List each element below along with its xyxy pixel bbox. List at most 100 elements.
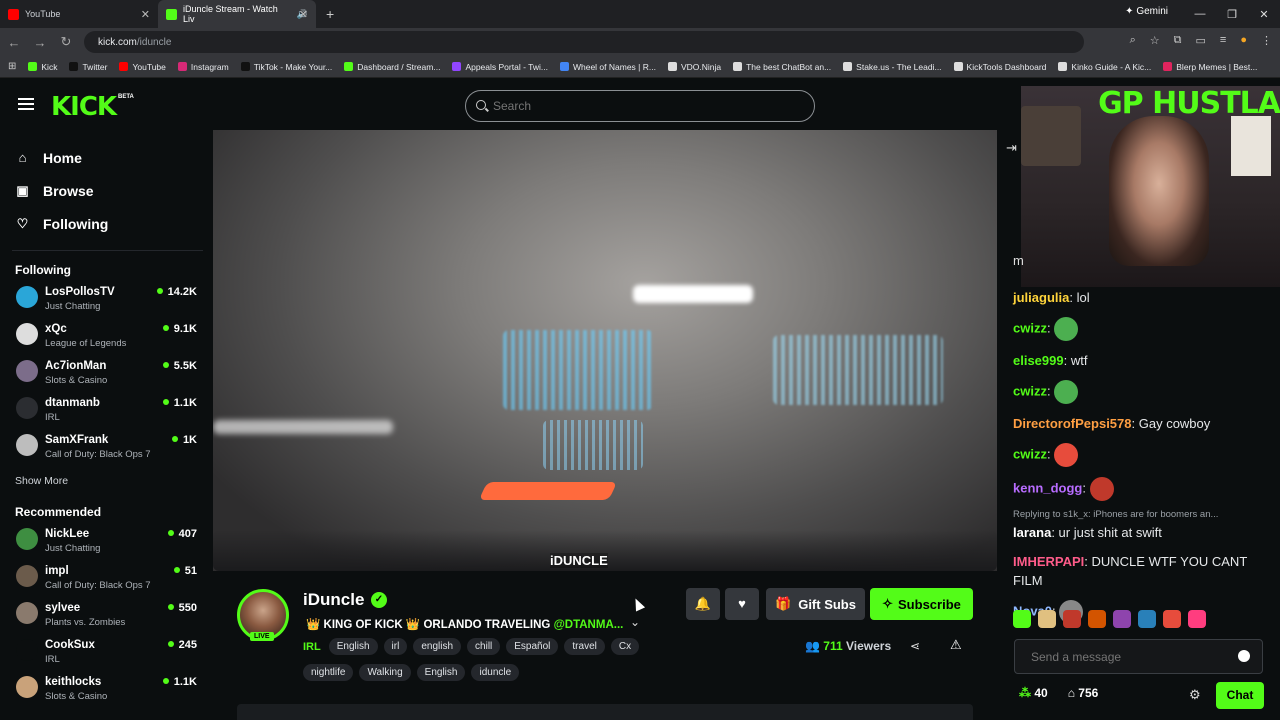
stream-tag[interactable]: chill xyxy=(467,638,501,655)
stream-title-mention[interactable]: @DTANMA... xyxy=(554,619,624,631)
emote-icon[interactable] xyxy=(1138,610,1156,628)
bookmark-item[interactable]: The best ChatBot an... xyxy=(727,62,837,72)
stream-tag[interactable]: Español xyxy=(506,638,559,655)
channel-item[interactable]: Ac7ionMan Slots & Casino 5.5K xyxy=(16,360,213,397)
chat-send-button[interactable]: Chat xyxy=(1216,682,1264,709)
channel-item[interactable]: NickLee Just Chatting 407 xyxy=(16,528,213,565)
emote-icon[interactable] xyxy=(1063,610,1081,628)
forward-arrow-icon[interactable]: → xyxy=(28,35,52,50)
emote-icon[interactable] xyxy=(1188,610,1206,628)
emote-icon[interactable] xyxy=(1038,610,1056,628)
show-more-link[interactable]: Show More xyxy=(15,475,213,487)
stream-tag[interactable]: Cx xyxy=(610,638,640,655)
stream-tag[interactable]: irl xyxy=(383,638,408,655)
chat-username[interactable]: larana xyxy=(1013,525,1051,540)
bookmark-item[interactable]: Dashboard / Stream... xyxy=(338,62,446,72)
bookmark-item[interactable]: KickTools Dashboard xyxy=(948,62,1053,72)
zoom-icon[interactable]: ⌕ xyxy=(1130,34,1136,47)
maximize-button[interactable]: ❐ xyxy=(1216,8,1248,21)
apps-icon[interactable]: ⊞ xyxy=(8,61,16,72)
hamburger-menu-icon[interactable] xyxy=(18,98,34,110)
channel-item[interactable]: dtanmanb IRL 1.1K xyxy=(16,397,213,434)
site-header: KICK BETA xyxy=(0,78,1020,130)
channel-item[interactable]: LosPollosTV Just Chatting 14.2K xyxy=(16,286,213,323)
subscribe-button[interactable]: ✧ Subscribe xyxy=(870,588,973,620)
chat-input[interactable] xyxy=(1014,639,1263,674)
chat-username[interactable]: IMHERPAPI xyxy=(1013,554,1084,569)
back-arrow-icon[interactable]: ← xyxy=(2,35,26,50)
bookmark-item[interactable]: YouTube xyxy=(113,62,171,72)
collapse-chat-icon[interactable]: ⇥ xyxy=(1006,140,1017,156)
emote-icon[interactable] xyxy=(1163,610,1181,628)
bookmark-item[interactable]: Instagram xyxy=(172,62,235,72)
bookmark-item[interactable]: VDO.Ninja xyxy=(662,62,727,72)
nav-browse[interactable]: ▣ Browse xyxy=(16,174,213,207)
video-player[interactable]: iDUNCLE xyxy=(213,130,997,571)
close-tab-icon[interactable]: ✕ xyxy=(299,8,308,21)
notification-bell-button[interactable]: 🔔 xyxy=(686,588,720,620)
stream-tag[interactable]: nightlife xyxy=(303,664,354,681)
stream-tag[interactable]: iduncle xyxy=(471,664,520,681)
chat-username[interactable]: cwizz xyxy=(1013,446,1047,461)
gift-subs-button[interactable]: 🎁 Gift Subs xyxy=(766,588,865,620)
close-tab-icon[interactable]: ✕ xyxy=(141,8,150,21)
kick-logo[interactable]: KICK xyxy=(51,92,117,122)
new-tab-button[interactable]: + xyxy=(326,6,334,22)
nav-label: Browse xyxy=(43,182,94,199)
extensions-icon[interactable]: ⧉ xyxy=(1174,34,1182,47)
share-icon[interactable]: ⋖ xyxy=(910,639,920,653)
nav-following[interactable]: ♡ Following xyxy=(16,207,213,240)
media-icon[interactable]: ≡ xyxy=(1220,34,1226,47)
bookmark-item[interactable]: Blerp Memes | Best... xyxy=(1157,62,1263,72)
bookmark-item[interactable]: Wheel of Names | R... xyxy=(554,62,662,72)
channel-item[interactable]: keithlocks Slots & Casino 1.1K xyxy=(16,676,213,713)
stream-tag[interactable]: travel xyxy=(564,638,605,655)
bookmark-item[interactable]: TikTok - Make Your... xyxy=(235,62,339,72)
channel-item[interactable]: impl Call of Duty: Black Ops 7 51 xyxy=(16,565,213,602)
url-field[interactable]: kick.com/iduncle xyxy=(84,31,1084,53)
gifts-stat[interactable]: ⌂ 756 xyxy=(1068,686,1099,700)
channel-item[interactable]: sylvee Plants vs. Zombies 550 xyxy=(16,602,213,639)
chat-username[interactable]: juliagulia xyxy=(1013,290,1069,305)
report-warning-icon[interactable]: ⚠ xyxy=(950,637,962,653)
bookmark-item[interactable]: Stake.us - The Leadi... xyxy=(837,62,947,72)
stream-tag[interactable]: Walking xyxy=(359,664,411,681)
emoji-picker-icon[interactable] xyxy=(1238,650,1250,662)
close-window-button[interactable]: ✕ xyxy=(1248,8,1280,21)
reload-icon[interactable]: ↻ xyxy=(54,34,78,50)
bookmark-item[interactable]: Appeals Portal - Twi... xyxy=(446,62,554,72)
cast-icon[interactable]: ▭ xyxy=(1196,34,1206,47)
stream-tag[interactable]: english xyxy=(413,638,462,655)
chat-username[interactable]: kenn_dogg xyxy=(1013,480,1082,495)
points-stat[interactable]: ⁂ 40 xyxy=(1019,686,1048,700)
follow-heart-button[interactable]: ♥ xyxy=(725,588,759,620)
star-icon[interactable]: ☆ xyxy=(1150,34,1160,47)
settings-gear-icon[interactable]: ⚙ xyxy=(1189,687,1201,703)
channel-item[interactable]: CookSux IRL 245 xyxy=(16,639,213,676)
gemini-button[interactable]: ✦ Gemini xyxy=(1125,6,1168,17)
emote-icon[interactable] xyxy=(1013,610,1031,628)
stream-tag[interactable]: English xyxy=(416,664,466,681)
emote-icon[interactable] xyxy=(1113,610,1131,628)
channel-item[interactable]: SamXFrank Call of Duty: Black Ops 7 1K xyxy=(16,434,213,471)
streamer-name[interactable]: iDuncle xyxy=(303,590,364,610)
minimize-button[interactable]: — xyxy=(1184,8,1216,20)
bookmark-item[interactable]: Kinko Guide - A Kic... xyxy=(1052,62,1157,72)
chevron-down-icon[interactable]: ⌄ xyxy=(630,615,640,629)
chat-username[interactable]: DirectorofPepsi578 xyxy=(1013,416,1132,431)
category-link[interactable]: IRL xyxy=(303,641,321,653)
chat-username[interactable]: elise999 xyxy=(1013,353,1064,368)
stream-tag[interactable]: English xyxy=(328,638,378,655)
tab-youtube[interactable]: YouTube ✕ xyxy=(0,0,158,28)
emote-icon[interactable] xyxy=(1088,610,1106,628)
search-input[interactable] xyxy=(465,90,815,122)
chat-username[interactable]: cwizz xyxy=(1013,320,1047,335)
chat-username[interactable]: cwizz xyxy=(1013,383,1047,398)
nav-home[interactable]: ⌂ Home xyxy=(16,141,213,174)
channel-item[interactable]: xQc League of Legends 9.1K xyxy=(16,323,213,360)
tab-kick[interactable]: iDuncle Stream - Watch Liv 🔊 ✕ xyxy=(158,0,316,28)
profile-avatar[interactable]: ● xyxy=(1240,34,1247,47)
bookmark-item[interactable]: Kick xyxy=(22,62,63,72)
bookmark-item[interactable]: Twitter xyxy=(63,62,113,72)
menu-icon[interactable]: ⋮ xyxy=(1261,34,1272,47)
